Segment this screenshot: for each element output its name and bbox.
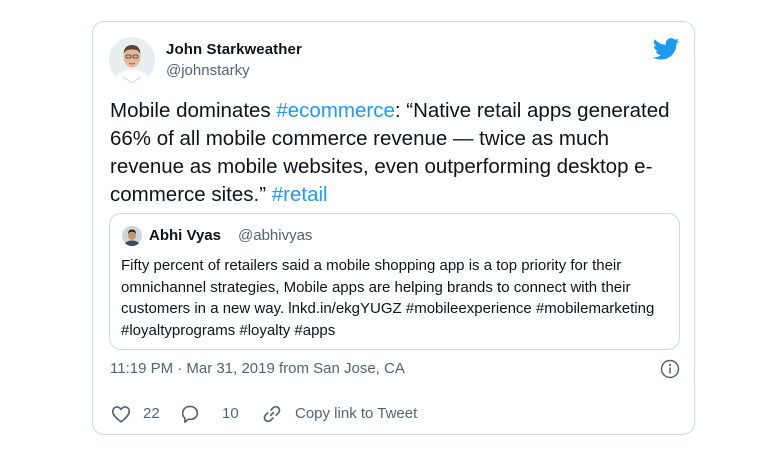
reply-count: 10 — [222, 405, 239, 422]
quoted-link: lnkd.in/ekgYUGZ — [288, 300, 402, 317]
author-avatar[interactable] — [109, 37, 155, 83]
hashtag-retail[interactable]: #retail — [272, 183, 328, 206]
tweet-card[interactable]: John Starkweather @johnstarky Mobile dom… — [92, 21, 695, 435]
author-name[interactable]: John Starkweather — [166, 41, 302, 58]
quoted-author-avatar — [122, 226, 142, 246]
reply-button[interactable]: 10 — [179, 403, 239, 425]
like-count: 22 — [143, 405, 160, 422]
copy-link-label: Copy link to Tweet — [295, 405, 418, 422]
info-icon[interactable] — [660, 359, 680, 379]
link-icon — [263, 405, 281, 423]
like-button[interactable]: 22 — [110, 403, 170, 425]
tweet-text: Mobile dominates #ecommerce: “Native ret… — [110, 97, 685, 209]
copy-link-button[interactable]: Copy link to Tweet — [261, 403, 461, 425]
quoted-tweet[interactable]: Abhi Vyas @abhivyas Fifty percent of ret… — [109, 213, 680, 350]
tweet-timestamp[interactable]: 11:19 PM · Mar 31, 2019 from San Jose, C… — [110, 360, 405, 377]
quoted-avatar-image — [122, 226, 142, 246]
speech-bubble-icon — [181, 405, 199, 424]
quoted-author-handle: @abhivyas — [238, 227, 313, 244]
quoted-author-name: Abhi Vyas — [149, 227, 221, 244]
avatar-image — [109, 37, 155, 83]
hashtag-ecommerce[interactable]: #ecommerce — [276, 99, 395, 122]
tweet-actions: 22 10 Copy link to Tweet — [110, 403, 670, 425]
heart-icon — [111, 406, 131, 423]
quoted-tweet-text: Fifty percent of retailers said a mobile… — [121, 255, 671, 341]
author-handle[interactable]: @johnstarky — [166, 62, 250, 79]
tweet-text-segment: Mobile dominates — [110, 99, 277, 122]
twitter-bird-icon[interactable] — [653, 38, 680, 60]
